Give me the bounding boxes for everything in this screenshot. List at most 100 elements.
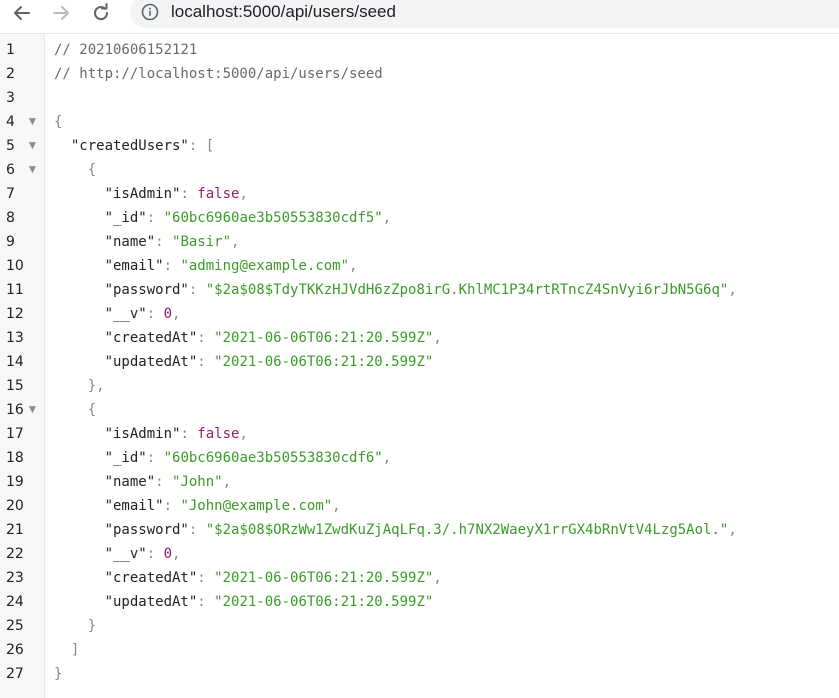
- line-number: 19: [6, 474, 24, 490]
- line-content: "__v": 0,: [54, 302, 181, 326]
- line-number: 15: [6, 378, 24, 394]
- line-number: 16: [6, 402, 24, 418]
- line-number: 17: [6, 426, 24, 442]
- line-number: 5: [6, 138, 15, 154]
- json-punctuation: {: [87, 162, 97, 178]
- line-content: "updatedAt": "2021-06-06T06:21:20.599Z": [54, 590, 434, 614]
- json-key: "createdAt": [104, 570, 198, 586]
- json-string: "2021-06-06T06:21:20.599Z": [214, 570, 434, 586]
- back-button[interactable]: [8, 0, 36, 26]
- json-punctuation: :: [146, 306, 164, 322]
- json-key: "isAdmin": [104, 426, 181, 442]
- json-viewer: 1 // 20210606152121 2 // http://localhost:5…: [0, 38, 839, 686]
- json-punctuation: : [: [188, 138, 215, 154]
- line-number: 13: [6, 330, 24, 346]
- code-line: 4 ▼ {: [0, 110, 839, 134]
- code-line: 22 "__v": 0,: [0, 542, 839, 566]
- line-number: 10: [6, 258, 24, 274]
- line-number: 20: [6, 498, 24, 514]
- line-content: // http://localhost:5000/api/users/seed: [54, 62, 383, 86]
- line-number: 14: [6, 354, 24, 370]
- line-content: // 20210606152121: [54, 38, 197, 62]
- line-number: 8: [6, 210, 15, 226]
- json-string: "$2a$08$TdyTKKzHJVdH6zZpo8irG.KhlMC1P34r…: [205, 282, 729, 298]
- json-punctuation: :: [197, 354, 215, 370]
- line-number: 1: [6, 42, 15, 58]
- line-number: 24: [6, 594, 24, 610]
- fold-toggle-icon[interactable]: ▼: [29, 134, 36, 158]
- json-punctuation: ,: [222, 474, 232, 490]
- line-number: 3: [6, 90, 15, 106]
- json-punctuation: :: [163, 258, 181, 274]
- code-line: 1 // 20210606152121: [0, 38, 839, 62]
- line-content: "createdUsers": [: [54, 134, 214, 158]
- address-bar[interactable]: localhost:5000/api/users/seed: [130, 0, 839, 28]
- line-content: "name": "Basir",: [54, 230, 240, 254]
- code-line: 11 "password": "$2a$08$TdyTKKzHJVdH6zZpo…: [0, 278, 839, 302]
- reload-button[interactable]: [87, 0, 115, 26]
- line-content: "__v": 0,: [54, 542, 181, 566]
- line-number: 21: [6, 522, 24, 538]
- json-punctuation: ,: [728, 282, 737, 298]
- json-punctuation: },: [87, 378, 105, 394]
- json-key: "isAdmin": [104, 186, 181, 202]
- line-content: },: [54, 374, 105, 398]
- json-key: "_id": [104, 450, 147, 466]
- json-key: "updatedAt": [104, 354, 198, 370]
- line-content: "isAdmin": false,: [54, 422, 248, 446]
- code-line: 13 "createdAt": "2021-06-06T06:21:20.599…: [0, 326, 839, 350]
- json-key: "name": [104, 234, 156, 250]
- json-punctuation: ]: [70, 642, 80, 658]
- json-punctuation: :: [180, 186, 198, 202]
- json-punctuation: :: [188, 282, 206, 298]
- line-content: "createdAt": "2021-06-06T06:21:20.599Z",: [54, 566, 442, 590]
- json-punctuation: :: [155, 234, 173, 250]
- json-punctuation: :: [155, 474, 173, 490]
- json-punctuation: }: [87, 618, 97, 634]
- fold-toggle-icon[interactable]: ▼: [29, 110, 36, 134]
- line-content: "_id": "60bc6960ae3b50553830cdf5",: [54, 206, 392, 230]
- line-number: 23: [6, 570, 24, 586]
- json-punctuation: ,: [349, 258, 358, 274]
- json-key: "createdAt": [104, 330, 198, 346]
- fold-toggle-icon[interactable]: ▼: [29, 398, 36, 422]
- line-content: "password": "$2a$08$TdyTKKzHJVdH6zZpo8ir…: [54, 278, 737, 302]
- line-content: "email": "adming@example.com",: [54, 254, 358, 278]
- line-content: ]: [54, 638, 79, 662]
- json-punctuation: :: [163, 498, 181, 514]
- line-number: 6: [6, 162, 15, 178]
- code-line: 25 }: [0, 614, 839, 638]
- json-key: "name": [104, 474, 156, 490]
- info-icon[interactable]: [141, 3, 159, 21]
- line-content: "isAdmin": false,: [54, 182, 248, 206]
- json-string: "John": [172, 474, 223, 490]
- json-string: "2021-06-06T06:21:20.599Z": [214, 330, 434, 346]
- json-key: "email": [104, 498, 164, 514]
- json-punctuation: ,: [172, 306, 181, 322]
- url-text[interactable]: localhost:5000/api/users/seed: [171, 2, 396, 22]
- line-number: 12: [6, 306, 24, 322]
- code-line: 20 "email": "John@example.com",: [0, 494, 839, 518]
- json-number: 0: [163, 306, 173, 322]
- code-line: 26 ]: [0, 638, 839, 662]
- json-boolean: false: [197, 186, 240, 202]
- fold-toggle-icon[interactable]: ▼: [29, 158, 36, 182]
- line-content: "createdAt": "2021-06-06T06:21:20.599Z",: [54, 326, 442, 350]
- forward-button[interactable]: [47, 0, 75, 26]
- line-content: "updatedAt": "2021-06-06T06:21:20.599Z": [54, 350, 434, 374]
- browser-toolbar: localhost:5000/api/users/seed: [0, 0, 839, 34]
- line-number: 2: [6, 66, 15, 82]
- json-string: "$2a$08$ORzWw1ZwdKuZjAqLFq.3/.h7NX2WaeyX…: [205, 522, 729, 538]
- json-punctuation: ,: [172, 546, 181, 562]
- line-content: {: [54, 158, 96, 182]
- code-line: 3: [0, 86, 839, 110]
